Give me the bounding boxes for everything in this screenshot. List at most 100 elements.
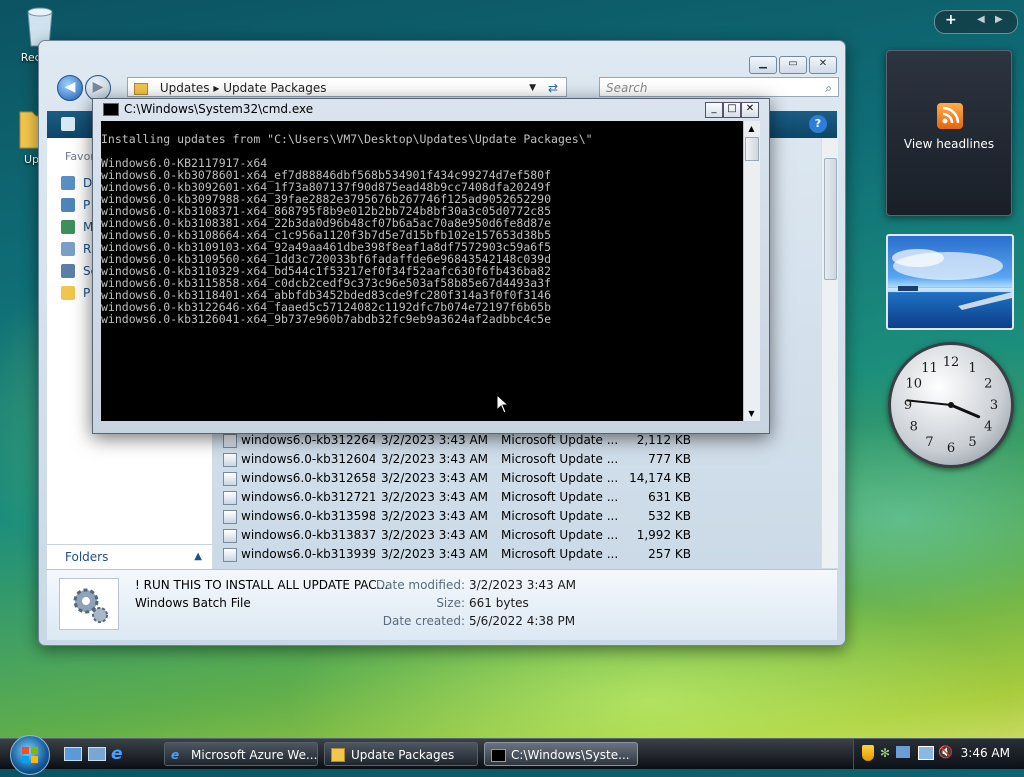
clock-number: 2	[984, 377, 992, 392]
clock-number: 4	[984, 420, 992, 435]
cmd-icon	[103, 102, 119, 116]
feed-headlines-gadget[interactable]: View headlines	[886, 50, 1012, 216]
taskbar-clock[interactable]: 3:46 AM	[961, 746, 1010, 760]
network-icon[interactable]	[918, 746, 934, 760]
address-bar: ◀ ▶ Updates ▸ Update Packages ▼ ⇄	[51, 75, 571, 101]
taskbar: e e Microsoft Azure We... Update Package…	[0, 735, 1024, 775]
windows-logo-icon	[22, 747, 38, 763]
nav-link-public[interactable]: P	[61, 286, 90, 300]
update-package-icon	[223, 528, 237, 543]
nav-link-music[interactable]: M	[61, 220, 93, 234]
cmd-window[interactable]: C:\Windows\System32\cmd.exe _ □ ✕ Instal…	[92, 98, 770, 434]
selected-file-name: ! RUN THIS TO INSTALL ALL UPDATE PAC...	[135, 578, 389, 592]
clock-number: 8	[910, 420, 918, 435]
console-line: windows6.0-kb3126041-x64_9b737e960b7abdb…	[101, 312, 552, 326]
console-scrollbar[interactable]: ▲ ▼	[743, 121, 760, 421]
scroll-up-arrow[interactable]: ▲	[745, 122, 758, 135]
notification-area: ✻ 🔇 3:46 AM	[853, 739, 1024, 769]
volume-muted-icon[interactable]: 🔇	[938, 745, 953, 759]
internet-explorer-icon[interactable]: e	[111, 744, 123, 764]
update-package-icon	[223, 452, 237, 467]
clock-gadget[interactable]: 12 1 2 3 4 5 6 7 8 9 10 11	[888, 342, 1014, 468]
file-list-scrollbar[interactable]	[821, 138, 838, 568]
explorer-caption-buttons: ▁ ▭ ✕	[749, 56, 837, 74]
scrollbar-thumb[interactable]	[824, 158, 837, 280]
minimize-button[interactable]: ▁	[749, 56, 777, 74]
breadcrumb-updates[interactable]: Updates	[160, 81, 210, 95]
clock-number: 5	[968, 435, 976, 450]
console-line: Installing updates from "C:\Users\VM7\De…	[101, 132, 593, 146]
table-row[interactable]: windows6.0-kb312604... 3/2/2023 3:43 AM …	[213, 450, 693, 469]
search-placeholder: Search	[606, 81, 648, 95]
update-package-icon	[223, 490, 237, 505]
date-created-value: 5/6/2022 4:38 PM	[469, 614, 576, 628]
update-package-icon	[223, 547, 237, 562]
slide-show-gadget[interactable]	[886, 234, 1014, 330]
clock-center	[948, 402, 954, 408]
taskbar-button-update-packages[interactable]: Update Packages	[324, 742, 478, 766]
search-input[interactable]: Search ⌕	[599, 77, 839, 97]
search-icon[interactable]: ⌕	[825, 78, 832, 98]
cmd-minimize-button[interactable]: _	[705, 102, 723, 118]
cmd-maximize-button[interactable]: □	[723, 102, 741, 118]
table-row[interactable]: windows6.0-kb312721... 3/2/2023 3:43 AM …	[213, 488, 693, 507]
cmd-close-button[interactable]: ✕	[741, 102, 759, 118]
size-value: 661 bytes	[469, 596, 529, 610]
update-package-icon	[223, 509, 237, 524]
scrollbar-thumb[interactable]	[745, 137, 759, 161]
documents-icon	[61, 176, 75, 190]
table-row[interactable]: windows6.0-kb313939... 3/2/2023 3:43 AM …	[213, 545, 693, 564]
program-icon[interactable]: ✻	[880, 746, 890, 760]
update-package-icon	[223, 433, 237, 448]
nav-link-pictures[interactable]: P	[61, 198, 90, 212]
start-button[interactable]	[10, 735, 50, 775]
details-pane: ! RUN THIS TO INSTALL ALL UPDATE PAC... …	[47, 569, 837, 640]
size-label: Size:	[436, 596, 465, 610]
cmd-titlebar[interactable]: C:\Windows\System32\cmd.exe	[103, 102, 313, 116]
close-button[interactable]: ✕	[809, 56, 837, 74]
rss-icon	[937, 103, 963, 129]
folders-toggle[interactable]: Folders ▲	[47, 544, 212, 569]
pictures-icon	[61, 198, 75, 212]
add-gadget-icon[interactable]: +	[945, 12, 957, 28]
clock-number: 1	[968, 361, 976, 376]
address-field[interactable]: Updates ▸ Update Packages ▼ ⇄	[127, 77, 567, 97]
show-desktop-icon[interactable]	[64, 747, 82, 761]
sidebar-controls: + ◀ ▶	[934, 10, 1018, 34]
taskbar-button-cmd[interactable]: C:\Windows\Syste...	[484, 742, 638, 766]
date-modified-label: Date modified:	[375, 578, 465, 592]
safely-remove-icon[interactable]	[896, 746, 910, 758]
back-button[interactable]: ◀	[57, 75, 83, 101]
table-row[interactable]: windows6.0-kb313598... 3/2/2023 3:43 AM …	[213, 507, 693, 526]
clock-face: 12 1234567891011	[904, 355, 998, 456]
table-row[interactable]: windows6.0-kb312658... 3/2/2023 3:43 AM …	[213, 469, 693, 488]
maximize-button[interactable]: ▭	[779, 56, 807, 74]
console-output[interactable]: Installing updates from "C:\Users\VM7\De…	[101, 121, 743, 421]
table-row[interactable]: windows6.0-kb313837... 3/2/2023 3:43 AM …	[213, 526, 693, 545]
clock-number: 11	[921, 361, 938, 376]
mouse-cursor-icon	[496, 393, 510, 414]
cmd-icon	[491, 749, 506, 762]
nav-link-recent[interactable]: R	[61, 242, 91, 256]
view-headlines-label[interactable]: View headlines	[887, 137, 1011, 151]
music-icon	[61, 220, 75, 234]
folder-icon	[331, 748, 345, 762]
organize-icon[interactable]	[61, 117, 75, 131]
help-icon[interactable]: ?	[809, 115, 827, 133]
nav-link-documents[interactable]: D	[61, 176, 92, 190]
next-page-icon[interactable]: ▶	[995, 14, 1003, 25]
clock-number: 12	[943, 355, 960, 370]
security-shield-icon[interactable]	[862, 745, 874, 761]
folders-label: Folders	[65, 550, 109, 564]
chevron-down-icon[interactable]: ▼	[529, 78, 536, 98]
taskbar-button-azure[interactable]: e Microsoft Azure We...	[164, 742, 318, 766]
clock-number: 10	[905, 377, 922, 392]
switch-windows-icon[interactable]	[88, 747, 106, 761]
clock-number: 3	[990, 398, 998, 413]
breadcrumb-update-packages[interactable]: Update Packages	[223, 81, 326, 95]
recent-icon	[61, 242, 75, 256]
refresh-icon[interactable]: ⇄	[548, 78, 558, 98]
scroll-down-arrow[interactable]: ▼	[745, 407, 758, 420]
searches-icon	[61, 264, 75, 278]
previous-page-icon[interactable]: ◀	[977, 14, 985, 25]
